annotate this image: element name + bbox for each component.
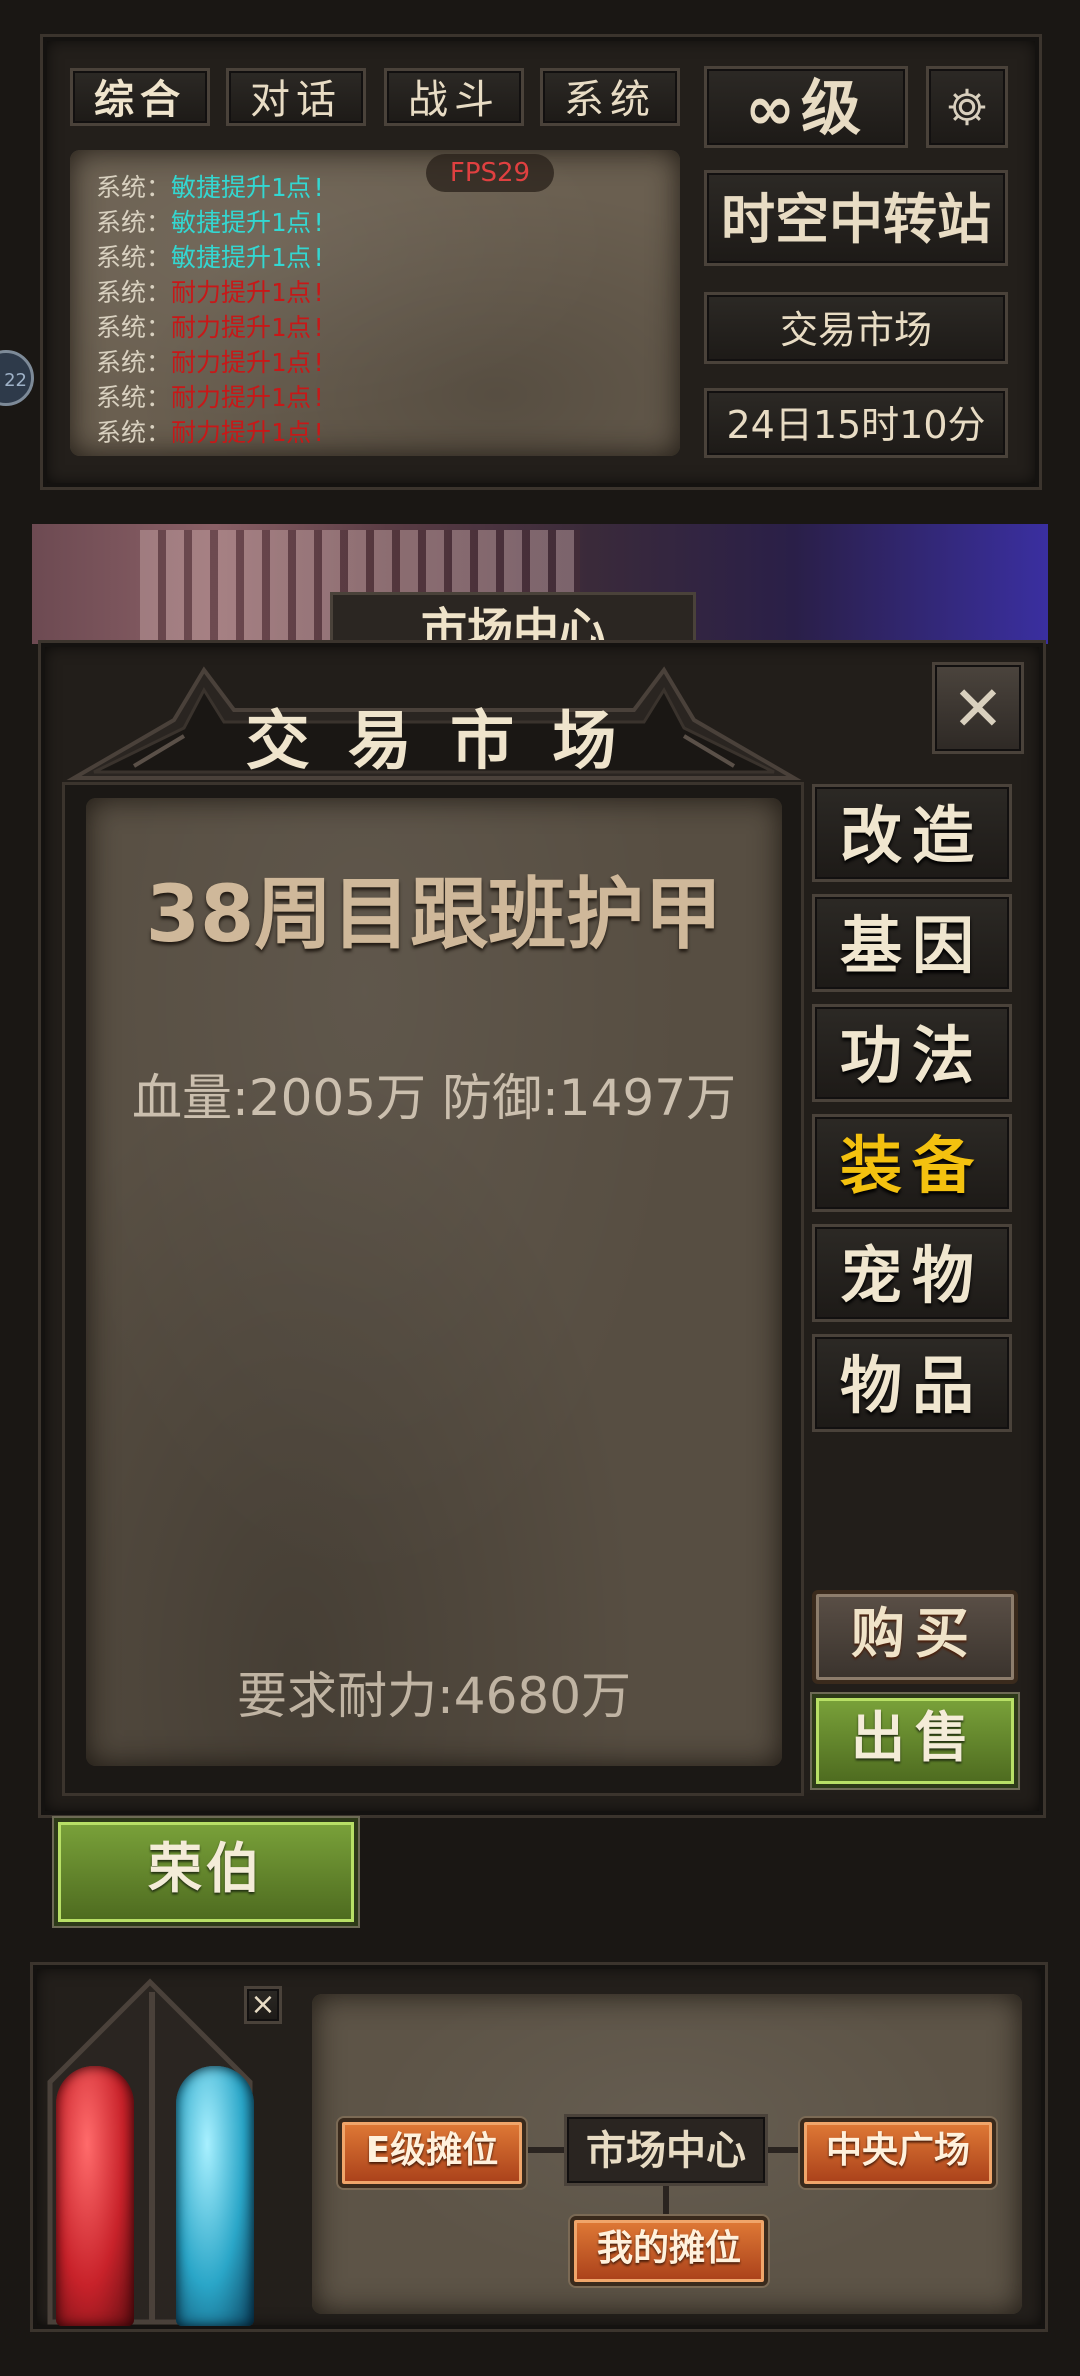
hp-vial — [56, 2066, 134, 2326]
map-node-e-stall[interactable]: E级摊位 — [338, 2118, 526, 2188]
tab-general[interactable]: 综合 — [70, 68, 210, 126]
item-stats: 血量:2005万 防御:1497万 — [131, 1069, 737, 1127]
chat-line-text: 耐力提升1点! — [171, 348, 327, 377]
chat-line: 系统：耐力提升1点! — [96, 415, 326, 450]
category-3-button[interactable]: 功法 — [812, 1004, 1012, 1102]
chat-line-text: 敏捷提升1点! — [171, 243, 327, 272]
map-node-market-center[interactable]: 市场中心 — [564, 2114, 768, 2186]
chat-line: 系统：敏捷提升1点! — [96, 205, 326, 240]
chat-line-text: 耐力提升1点! — [171, 313, 327, 342]
side-badge[interactable]: 22 — [0, 350, 34, 406]
chat-line: 系统：耐力提升1点! — [96, 310, 326, 345]
chat-line-text: 敏捷提升1点! — [171, 173, 327, 202]
dialog-close-button[interactable]: ✕ — [932, 662, 1024, 754]
chat-line: 系统：耐力提升1点! — [96, 380, 326, 415]
chat-line-text: 耐力提升1点! — [171, 418, 327, 447]
chat-line-text: 敏捷提升1点! — [171, 208, 327, 237]
chat-lines: 系统：敏捷提升1点! 系统：敏捷提升1点! 系统：敏捷提升1点! 系统：耐力提升1点!… — [96, 170, 326, 450]
sell-button[interactable]: 出售 — [812, 1694, 1018, 1788]
item-card: 38周目跟班护甲 血量:2005万 防御:1497万 要求耐力:4680万 — [86, 798, 782, 1766]
map-node-my-stall[interactable]: 我的摊位 — [570, 2216, 768, 2286]
category-1-button[interactable]: 改造 — [812, 784, 1012, 882]
tab-combat[interactable]: 战斗 — [384, 68, 524, 126]
fps-badge: FPS29 — [426, 154, 554, 192]
minimap[interactable]: E级摊位 市场中心 中央广场 我的摊位 — [312, 1994, 1022, 2314]
chat-line-text: 耐力提升1点! — [171, 383, 327, 412]
category-4-button[interactable]: 装备 — [812, 1114, 1012, 1212]
mp-vial — [176, 2066, 254, 2326]
gear-icon — [948, 88, 986, 126]
chat-line: 系统：敏捷提升1点! — [96, 170, 326, 205]
chat-line: 系统：敏捷提升1点! — [96, 240, 326, 275]
chat-line-prefix: 系统： — [96, 313, 172, 342]
chat-line: 系统：耐力提升1点! — [96, 275, 326, 310]
item-requirement: 要求耐力:4680万 — [236, 1667, 632, 1725]
chat-line: 系统：耐力提升1点! — [96, 345, 326, 380]
map-node-central-plaza[interactable]: 中央广场 — [800, 2118, 996, 2188]
item-name: 38周目跟班护甲 — [145, 870, 723, 960]
chat-line-prefix: 系统： — [96, 243, 172, 272]
level-display: ∞级 — [704, 66, 908, 148]
tab-system[interactable]: 系统 — [540, 68, 680, 126]
game-time: 24日15时10分 — [704, 388, 1008, 458]
tab-dialogue[interactable]: 对话 — [226, 68, 366, 126]
category-2-button[interactable]: 基因 — [812, 894, 1012, 992]
location-subtitle: 交易市场 — [704, 292, 1008, 364]
location-title: 时空中转站 — [704, 170, 1008, 266]
chat-line-prefix: 系统： — [96, 383, 172, 412]
map-close-button[interactable]: × — [244, 1986, 282, 2024]
category-5-button[interactable]: 宠物 — [812, 1224, 1012, 1322]
chat-line-text: 耐力提升1点! — [171, 278, 327, 307]
chat-line-prefix: 系统： — [96, 418, 172, 447]
buy-button[interactable]: 购买 — [812, 1590, 1018, 1684]
dialog-title: 交 易 市 场 — [245, 705, 625, 779]
chat-line-prefix: 系统： — [96, 348, 172, 377]
chat-line-prefix: 系统： — [96, 173, 172, 202]
category-6-button[interactable]: 物品 — [812, 1334, 1012, 1432]
chat-log[interactable]: FPS29 系统：敏捷提升1点! 系统：敏捷提升1点! 系统：敏捷提升1点! 系统：耐… — [70, 150, 680, 456]
chat-line-prefix: 系统： — [96, 208, 172, 237]
npc-button[interactable]: 荣伯 — [54, 1818, 358, 1926]
settings-button[interactable] — [926, 66, 1008, 148]
chat-line-prefix: 系统： — [96, 278, 172, 307]
